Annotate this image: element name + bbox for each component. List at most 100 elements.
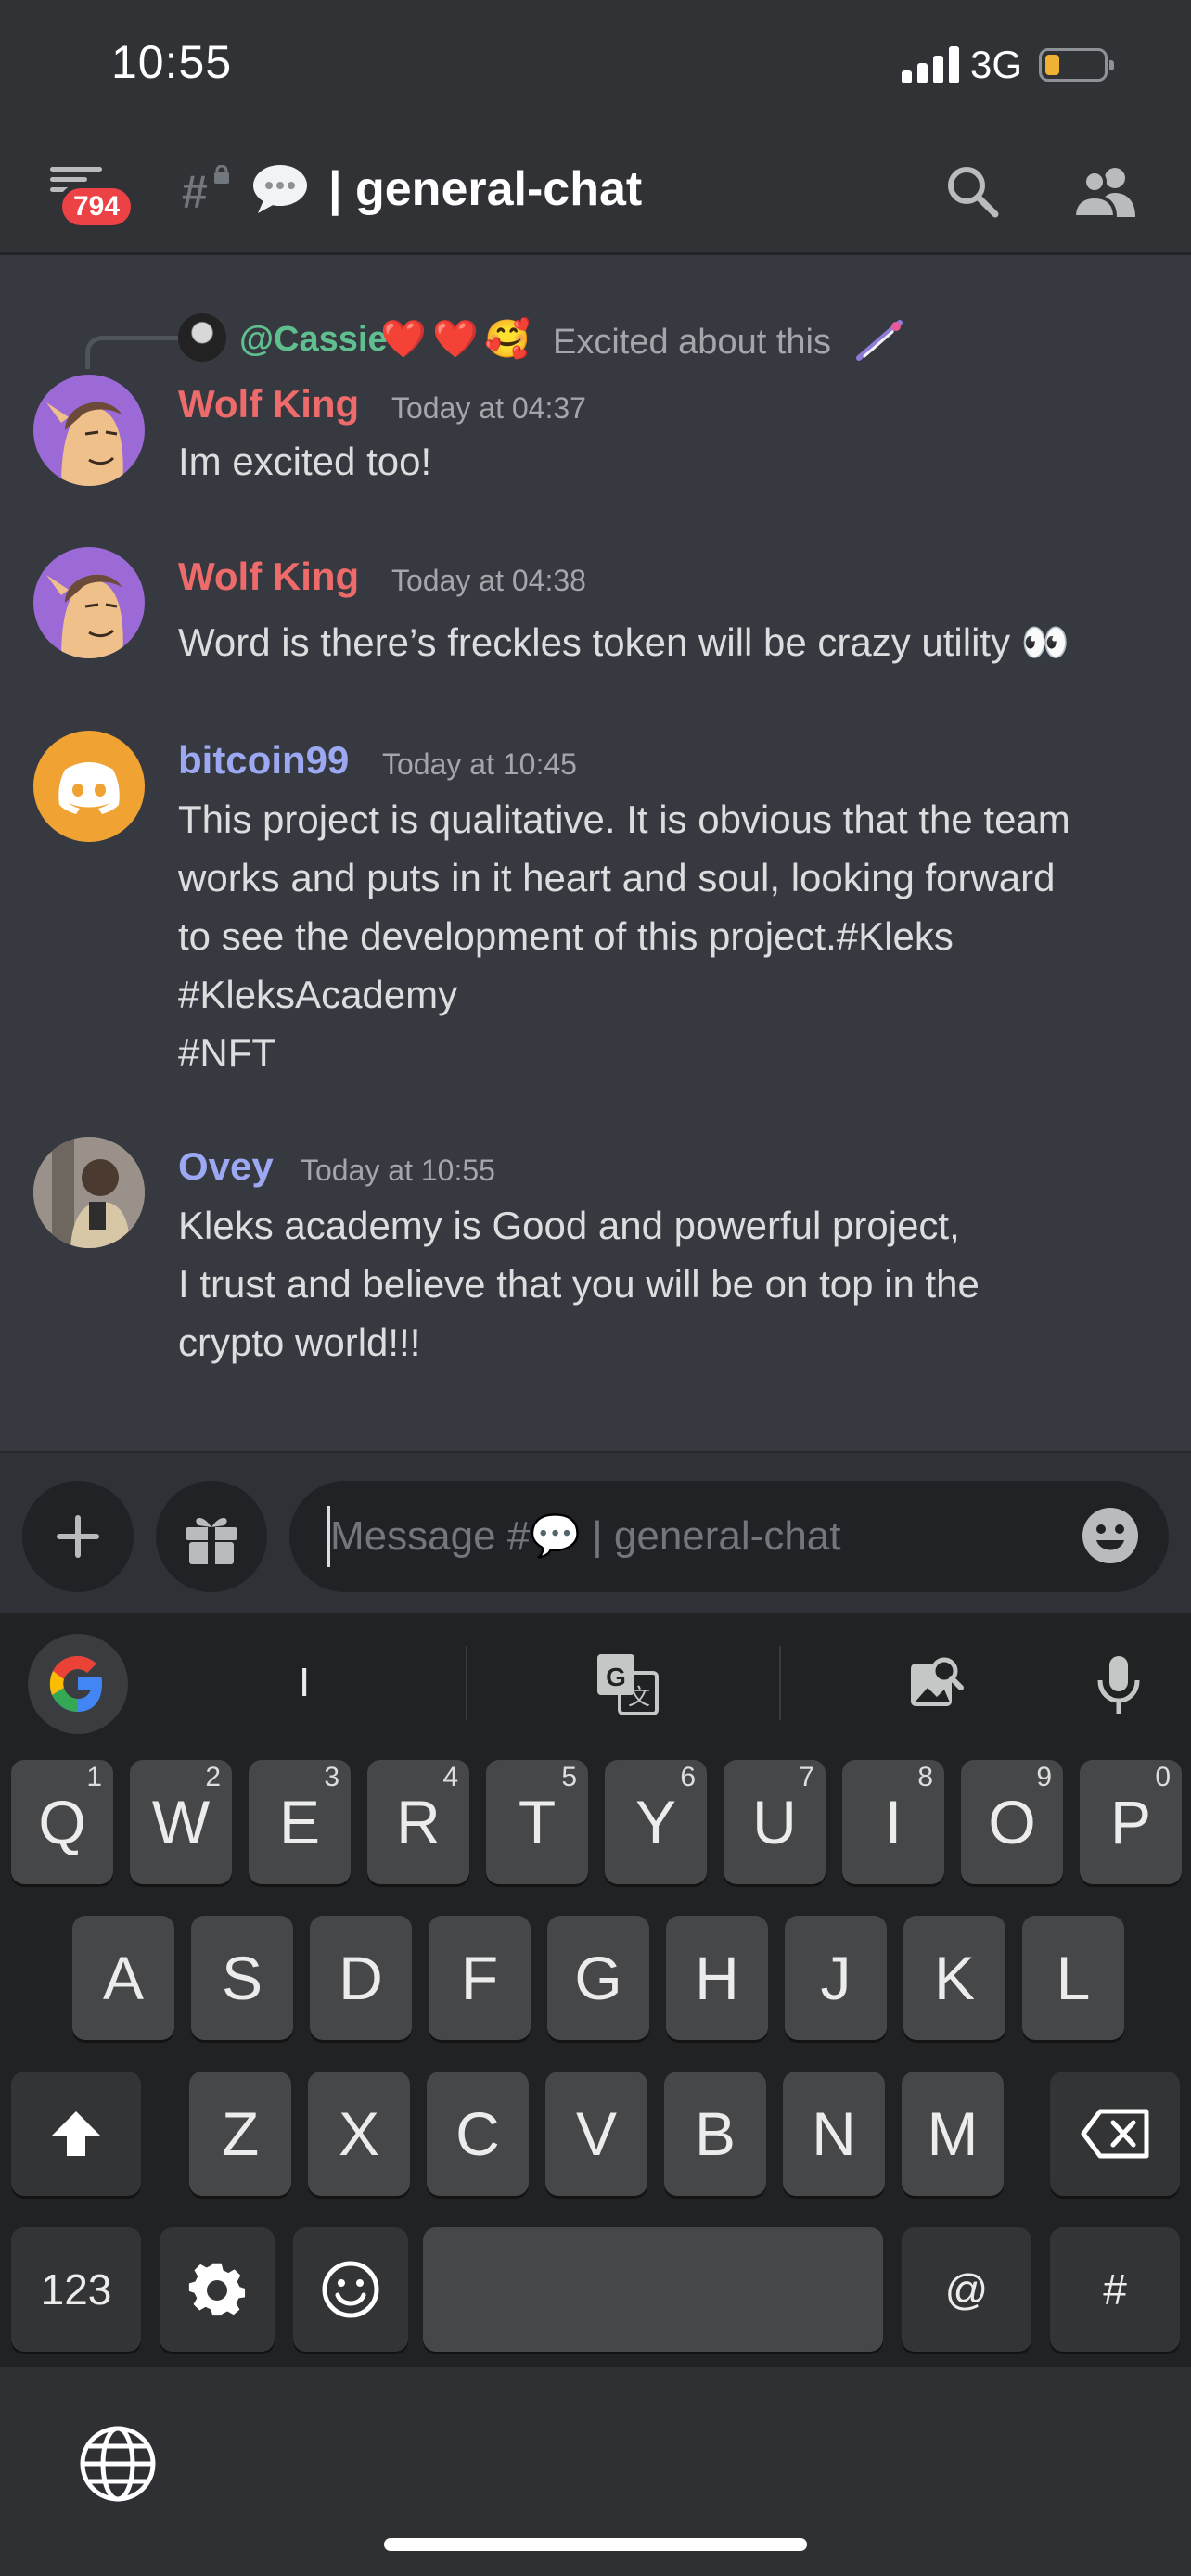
search-icon[interactable]: [944, 163, 1000, 219]
translate-icon[interactable]: G 文: [594, 1651, 660, 1717]
message-author[interactable]: bitcoin99: [178, 738, 349, 783]
toolbar-divider: [466, 1646, 467, 1720]
key-j[interactable]: J: [785, 1916, 887, 2040]
key-x[interactable]: X: [308, 2072, 410, 2196]
key-h[interactable]: H: [666, 1916, 768, 2040]
reply-avatar: [178, 313, 226, 362]
unread-badge: 794: [58, 184, 136, 230]
avatar[interactable]: [33, 375, 145, 486]
key-label: P: [1109, 1788, 1152, 1856]
message-author[interactable]: Wolf King: [178, 555, 359, 599]
svg-text:文: 文: [628, 1685, 650, 1710]
shift-arrow-icon: [52, 2111, 100, 2156]
emoji-key[interactable]: [293, 2227, 408, 2352]
keyboard-suggestion[interactable]: I: [299, 1660, 310, 1706]
signal-icon: [902, 46, 959, 83]
message-placeholder: Message #💬 | general-chat: [330, 1513, 841, 1559]
key-label: I: [884, 1788, 903, 1856]
key-r[interactable]: R4: [367, 1760, 469, 1884]
reply-image-icon: [856, 320, 903, 361]
key-hint: 3: [324, 1762, 339, 1792]
key-g[interactable]: G: [547, 1916, 649, 2040]
key-b[interactable]: B: [664, 2072, 766, 2196]
message-text-line: crypto world!!!: [178, 1320, 421, 1364]
avatar[interactable]: [33, 731, 145, 842]
key-hint: 1: [86, 1762, 102, 1792]
channel-title[interactable]: | general-chat: [328, 161, 642, 217]
reply-preview-text[interactable]: Excited about this: [553, 323, 831, 363]
key-label: U: [752, 1788, 797, 1856]
key-l[interactable]: L: [1022, 1916, 1124, 2040]
key-m[interactable]: M: [902, 2072, 1004, 2196]
key-q[interactable]: Q1: [11, 1760, 113, 1884]
key-d[interactable]: D: [310, 1916, 412, 2040]
key-k[interactable]: K: [903, 1916, 1005, 2040]
at-key[interactable]: @: [902, 2227, 1031, 2352]
avatar[interactable]: [33, 547, 145, 658]
key-i[interactable]: I8: [842, 1760, 944, 1884]
backspace-key[interactable]: [1050, 2072, 1180, 2196]
key-v[interactable]: V: [545, 2072, 647, 2196]
toolbar-divider: [779, 1646, 781, 1720]
key-f[interactable]: F: [429, 1916, 531, 2040]
message-text-line: This project is qualitative. It is obvio…: [178, 797, 1070, 841]
speech-bubble-icon: [253, 165, 307, 213]
message-timestamp: Today at 10:45: [382, 747, 577, 781]
key-hint: 0: [1155, 1762, 1171, 1792]
key-s[interactable]: S: [191, 1916, 293, 2040]
members-icon[interactable]: [1074, 165, 1137, 217]
globe-icon[interactable]: [78, 2424, 158, 2504]
backspace-icon: [1081, 2109, 1149, 2159]
key-c[interactable]: C: [427, 2072, 529, 2196]
key-y[interactable]: Y6: [605, 1760, 707, 1884]
smiley-icon: [322, 2261, 379, 2318]
message-author[interactable]: Wolf King: [178, 382, 359, 427]
message-timestamp: Today at 04:38: [391, 564, 586, 597]
hash-key[interactable]: #: [1050, 2227, 1180, 2352]
key-hint: 4: [442, 1762, 458, 1792]
svg-text:G: G: [606, 1663, 626, 1691]
gift-button[interactable]: [156, 1481, 267, 1592]
network-type: 3G: [970, 43, 1023, 86]
plus-icon: [57, 1515, 99, 1558]
reply-emoji: ❤️: [432, 319, 479, 360]
google-button[interactable]: [28, 1634, 128, 1734]
message-text-line: to see the development of this project.#…: [178, 914, 954, 958]
key-hint: 5: [561, 1762, 577, 1792]
add-attachment-button[interactable]: [22, 1481, 134, 1592]
message-text: Word is there’s freckles token will be c…: [178, 620, 1070, 664]
space-key[interactable]: [423, 2227, 883, 2352]
home-indicator[interactable]: [384, 2538, 807, 2551]
key-z[interactable]: Z: [189, 2072, 291, 2196]
key-p[interactable]: P0: [1080, 1760, 1182, 1884]
status-time: 10:55: [111, 36, 233, 88]
reply-emoji: 🥰: [484, 319, 531, 360]
message-author[interactable]: Ovey: [178, 1144, 274, 1189]
key-n[interactable]: N: [783, 2072, 885, 2196]
key-w[interactable]: W2: [130, 1760, 232, 1884]
emoji-picker-icon[interactable]: [1082, 1507, 1139, 1564]
key-t[interactable]: T5: [486, 1760, 588, 1884]
key-e[interactable]: E3: [249, 1760, 351, 1884]
key-label: W: [151, 1788, 211, 1856]
shift-key[interactable]: [11, 2072, 141, 2196]
google-g-icon: [49, 1656, 102, 1712]
key-a[interactable]: A: [72, 1916, 174, 2040]
hash-lock-icon: #: [182, 166, 208, 218]
settings-key[interactable]: [160, 2227, 275, 2352]
microphone-icon[interactable]: [1085, 1651, 1152, 1717]
key-u[interactable]: U7: [724, 1760, 826, 1884]
wolf-avatar-icon: [46, 574, 123, 658]
key-hint: 7: [799, 1762, 814, 1792]
key-hint: 2: [205, 1762, 221, 1792]
message-text-line: #KleksAcademy: [178, 973, 458, 1016]
image-search-icon[interactable]: [902, 1651, 968, 1717]
numbers-key[interactable]: 123: [11, 2227, 141, 2352]
avatar[interactable]: [33, 1137, 145, 1248]
key-hint: 9: [1036, 1762, 1052, 1792]
message-text-line: Kleks academy is Good and powerful proje…: [178, 1204, 960, 1247]
message-text: Im excited too!: [178, 440, 432, 483]
reply-mention[interactable]: @Cassie: [239, 320, 388, 360]
key-o[interactable]: O9: [961, 1760, 1063, 1884]
gift-icon: [186, 1517, 237, 1564]
